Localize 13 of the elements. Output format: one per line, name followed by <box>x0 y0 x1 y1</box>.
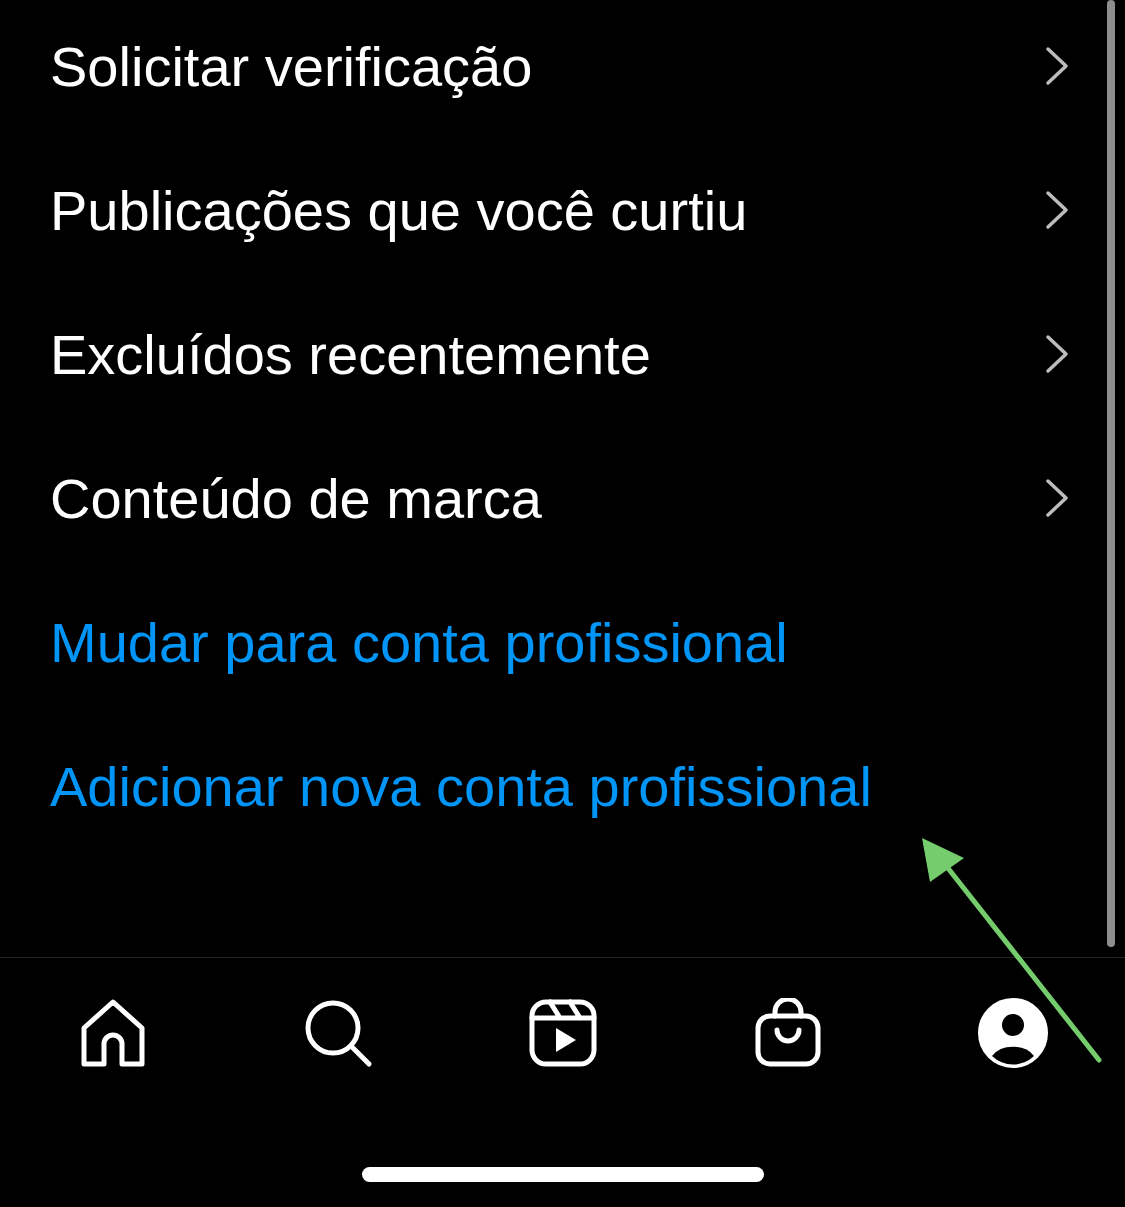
profile-icon <box>977 998 1048 1068</box>
menu-item[interactable]: Publicações que você curtiu <box>50 177 748 243</box>
chevron-icon <box>1045 334 1069 374</box>
video-icon <box>527 998 598 1068</box>
chevron-icon <box>1045 478 1069 518</box>
tab-button[interactable] <box>976 997 1049 1069</box>
menu-item[interactable]: Excluídos recentemente <box>50 321 651 387</box>
chevron-icon <box>1045 46 1069 86</box>
menu-link[interactable]: Adicionar nova conta profissional <box>50 753 872 819</box>
chevron-icon <box>1045 190 1069 230</box>
menu-item[interactable]: Solicitar verificação <box>50 33 533 99</box>
menu-link[interactable]: Mudar para conta profissional <box>50 609 788 675</box>
menu-item[interactable]: Conteúdo de marca <box>50 465 542 531</box>
